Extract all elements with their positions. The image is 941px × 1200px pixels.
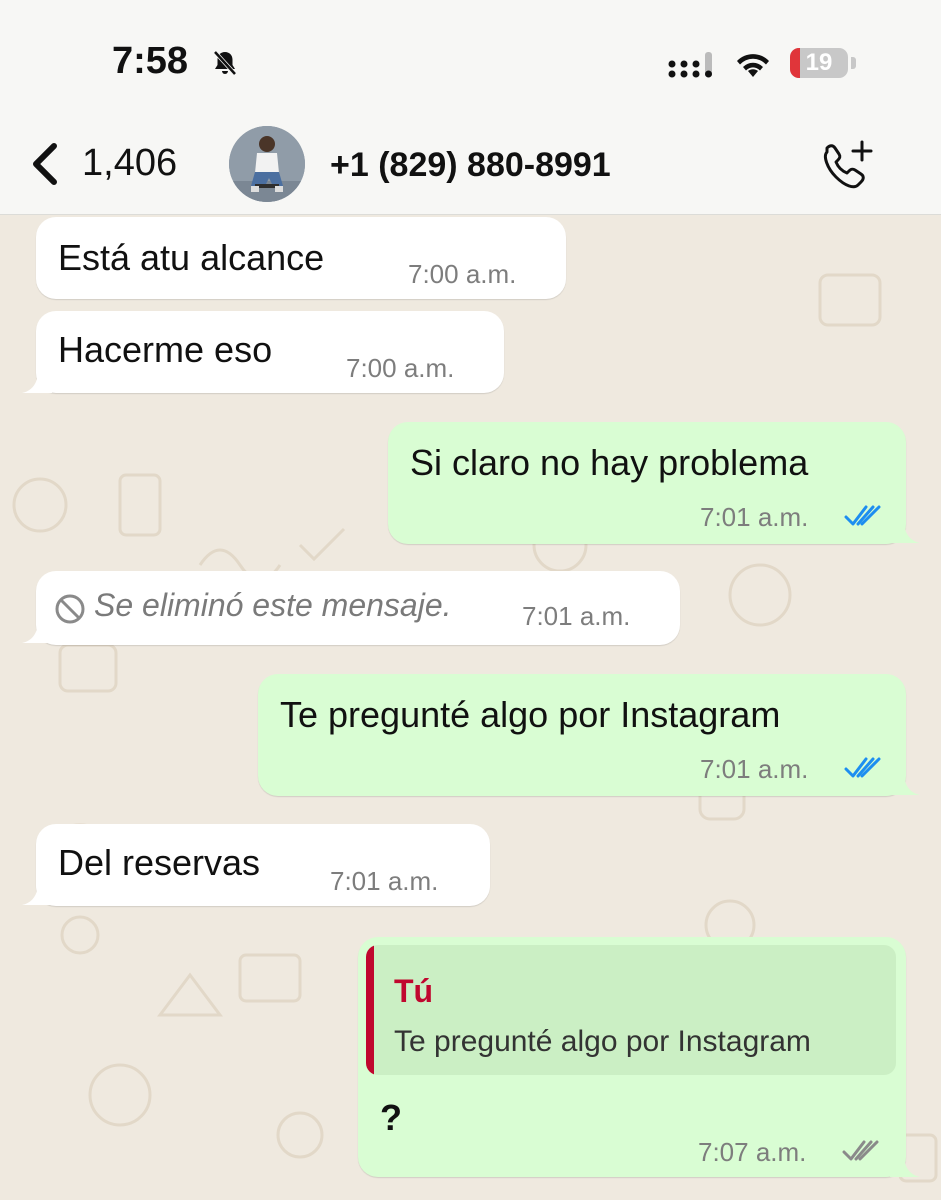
add-call-icon[interactable] — [818, 140, 878, 197]
quote-text: Te pregunté algo por Instagram — [394, 1025, 811, 1058]
chat-header: 1,406 +1 (829) 880-8991 — [0, 110, 941, 215]
message-bubble-outgoing-reply[interactable]: Tú Te pregunté algo por Instagram ? 7:07… — [358, 937, 906, 1177]
quoted-message[interactable]: Tú Te pregunté algo por Instagram — [366, 945, 896, 1075]
chevron-left-icon[interactable] — [28, 140, 64, 193]
quote-author: Tú — [394, 973, 434, 1009]
avatar[interactable] — [229, 126, 305, 202]
message-text: Hacerme eso — [58, 329, 273, 370]
message-bubble-outgoing[interactable]: Te pregunté algo por Instagram 7:01 a.m. — [258, 674, 906, 796]
battery-level: 19 — [805, 49, 833, 76]
read-ticks-icon — [844, 504, 884, 533]
unread-count[interactable]: 1,406 — [82, 142, 177, 185]
bubble-tail — [890, 1155, 920, 1177]
status-bar: 7:58 19 — [0, 0, 941, 110]
battery-icon: 19 — [790, 48, 848, 78]
message-time: 7:01 a.m. — [700, 502, 809, 532]
signal-icon — [668, 50, 720, 85]
message-text: ? — [380, 1097, 402, 1138]
blocked-icon — [54, 593, 86, 630]
message-text: Del reservas — [58, 842, 261, 883]
message-text: Está atu alcance — [58, 237, 325, 278]
wifi-icon — [733, 50, 773, 85]
message-bubble-incoming[interactable]: Hacerme eso 7:00 a.m. — [36, 311, 504, 393]
message-time: 7:00 a.m. — [408, 259, 517, 289]
delivered-ticks-icon — [842, 1139, 882, 1168]
message-bubble-incoming[interactable]: Del reservas 7:01 a.m. — [36, 824, 490, 906]
chat-area[interactable]: Está atu alcance 7:00 a.m. Hacerme eso 7… — [0, 215, 941, 1200]
contact-name[interactable]: +1 (829) 880-8991 — [330, 146, 611, 185]
message-time: 7:01 a.m. — [330, 866, 439, 896]
message-time: 7:00 a.m. — [346, 353, 455, 383]
bubble-tail — [22, 371, 52, 393]
status-time: 7:58 — [112, 40, 189, 82]
message-text: Si claro no hay problema — [410, 442, 809, 483]
message-time: 7:01 a.m. — [522, 601, 631, 631]
deleted-message-text: Se eliminó este mensaje. — [94, 587, 452, 623]
message-time: 7:01 a.m. — [700, 754, 809, 784]
quote-bar — [366, 945, 374, 1075]
bubble-tail — [22, 621, 52, 643]
message-text: Te pregunté algo por Instagram — [280, 694, 781, 735]
deleted-message-bubble[interactable]: Se eliminó este mensaje. 7:01 a.m. — [36, 571, 680, 645]
bubble-tail — [890, 773, 920, 795]
bell-slash-icon — [210, 48, 240, 83]
bubble-tail — [890, 521, 920, 543]
battery-tip — [851, 57, 856, 69]
read-ticks-icon — [844, 756, 884, 785]
message-bubble-outgoing[interactable]: Si claro no hay problema 7:01 a.m. — [388, 422, 906, 544]
message-time: 7:07 a.m. — [698, 1137, 807, 1167]
message-bubble-incoming[interactable]: Está atu alcance 7:00 a.m. — [36, 217, 566, 299]
bubble-tail — [22, 883, 52, 905]
